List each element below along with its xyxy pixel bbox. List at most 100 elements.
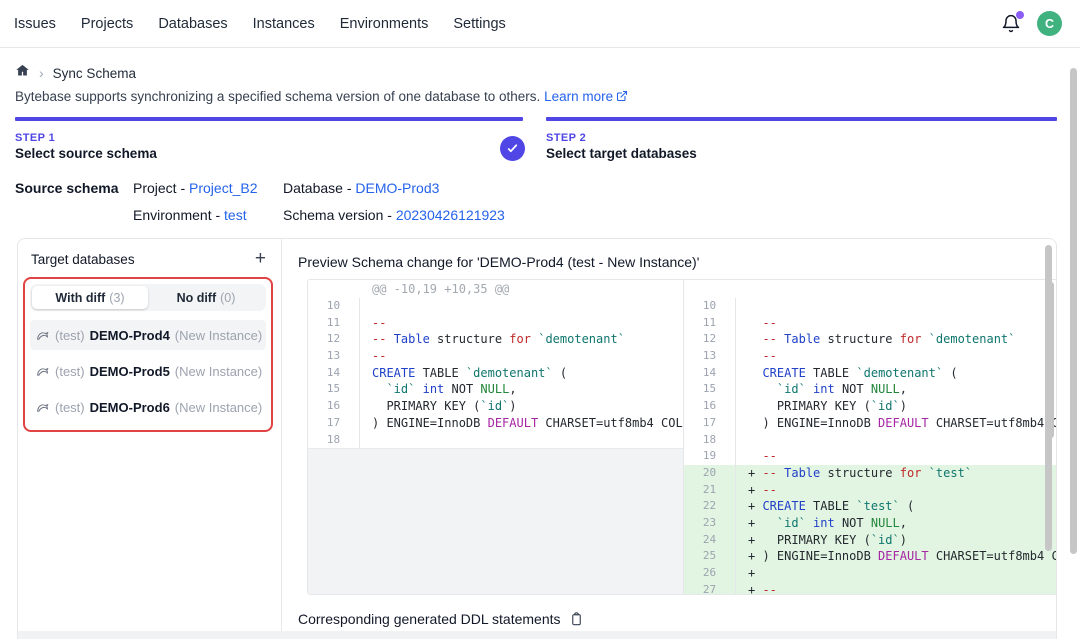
project-link[interactable]: Project_B2 (189, 180, 257, 196)
copy-icon[interactable] (569, 611, 584, 627)
diff-line: 18 (308, 432, 683, 449)
mysql-icon (36, 328, 50, 342)
nav-links: Issues Projects Databases Instances Environm… (14, 16, 506, 32)
diff-line: 16 PRIMARY KEY (`id`) (684, 398, 1057, 415)
tab-no-diff[interactable]: No diff (0) (148, 286, 264, 309)
page-scrollbar[interactable] (1070, 68, 1077, 554)
nav-item-settings[interactable]: Settings (453, 16, 505, 32)
diff-line: 13-- (308, 348, 683, 365)
diff-line: 21+ -- (684, 482, 1057, 499)
db-instance-suffix: (New Instance) (175, 328, 262, 343)
diff-pane-target: 10 11 --12 -- Table structure for `demot… (683, 280, 1057, 594)
diff-line: 11-- (308, 315, 683, 332)
notification-dot (1016, 11, 1024, 19)
external-link-icon (616, 90, 628, 105)
preview-title: Preview Schema change for 'DEMO-Prod4 (t… (298, 254, 699, 270)
target-db-item-demo-prod6[interactable]: (test)DEMO-Prod6(New Instance) (30, 392, 266, 422)
tab-with-diff[interactable]: With diff (3) (32, 286, 148, 309)
source-version-field: Schema version - 20230426121923 (283, 207, 505, 223)
no-diff-count: (0) (220, 291, 235, 305)
diff-line: 10 (308, 298, 683, 315)
target-databases-panel: Target databases + With diff (3) No diff… (18, 239, 282, 633)
step-1-bar (15, 117, 523, 121)
step-2[interactable]: STEP 2 Select target databases (546, 117, 1057, 161)
diff-line: 20+ -- Table structure for `test` (684, 465, 1057, 482)
ddl-statements-title: Corresponding generated DDL statements (298, 611, 561, 627)
diff-line: 11 -- (684, 315, 1057, 332)
environment-link[interactable]: test (224, 207, 247, 223)
diff-line: 14CREATE TABLE `demotenant` ( (308, 365, 683, 382)
diff-line: 23+ `id` int NOT NULL, (684, 515, 1057, 532)
nav-item-instances[interactable]: Instances (253, 16, 315, 32)
diff-line: 10 (684, 298, 1057, 315)
diff-line: 15 `id` int NOT NULL, (308, 381, 683, 398)
diff-line: 15 `id` int NOT NULL, (684, 381, 1057, 398)
step-2-label: STEP 2 (546, 132, 1057, 144)
top-nav: Issues Projects Databases Instances Environm… (0, 0, 1080, 48)
diff-left-rows: 1011--12-- Table structure for `demotena… (308, 298, 683, 465)
diff-hunk-header: @@ -10,19 +10,35 @@ (308, 280, 683, 298)
breadcrumb-page: Sync Schema (53, 66, 136, 81)
nav-item-issues[interactable]: Issues (14, 16, 56, 32)
schema-version-link[interactable]: 20230426121923 (396, 207, 505, 223)
add-target-database-button[interactable]: + (252, 251, 269, 267)
db-instance-suffix: (New Instance) (175, 364, 262, 379)
target-db-list: (test) DEMO-Prod4 (New Instance) (test) DEMO… (30, 320, 266, 425)
db-environment: (test) (55, 364, 85, 379)
breadcrumb-separator-icon: › (39, 66, 44, 80)
diff-line: 14 CREATE TABLE `demotenant` ( (684, 365, 1057, 382)
learn-more-link[interactable]: Learn more (544, 89, 613, 104)
diff-left-filler (308, 448, 683, 594)
step-2-title: Select target databases (546, 146, 1057, 161)
step-1[interactable]: STEP 1 Select source schema (15, 117, 523, 161)
db-instance-suffix: (New Instance) (175, 400, 262, 415)
diff-filter-tabs: With diff (3) No diff (0) (30, 284, 266, 311)
source-database-field: Database - DEMO-Prod3 (283, 180, 439, 196)
target-databases-highlight-box: With diff (3) No diff (0) (test) DEMO-Pro… (23, 277, 273, 432)
database-link[interactable]: DEMO-Prod3 (355, 180, 439, 196)
diff-line: 25+ ) ENGINE=InnoDB DEFAULT CHARSET=utf8… (684, 548, 1057, 565)
diff-line: 13 -- (684, 348, 1057, 365)
nav-item-databases[interactable]: Databases (158, 16, 227, 32)
sync-schema-page: Issues Projects Databases Instances Environm… (0, 0, 1080, 639)
preview-area: Preview Schema change for 'DEMO-Prod4 (t… (282, 239, 1057, 633)
nav-item-environments[interactable]: Environments (340, 16, 429, 32)
target-db-item-demo-prod5[interactable]: (test) DEMO-Prod5 (New Instance) (30, 356, 266, 386)
target-databases-title: Target databases (31, 252, 135, 267)
diff-line: 18 (684, 432, 1057, 449)
step-1-label: STEP 1 (15, 132, 523, 144)
db-name: DEMO-Prod5 (90, 364, 170, 379)
diff-line: 17) ENGINE=InnoDB DEFAULT CHARSET=utf8mb… (308, 415, 683, 432)
diff-line: 12-- Table structure for `demotenant` (308, 331, 683, 348)
nav-right: C (1001, 11, 1066, 36)
intro-text: Bytebase supports synchronizing a specif… (15, 89, 628, 105)
mysql-icon (36, 364, 50, 378)
card-scrollbar[interactable] (1045, 245, 1052, 551)
db-name: DEMO-Prod6 (90, 400, 170, 415)
avatar[interactable]: C (1037, 11, 1062, 36)
step-1-complete-icon (500, 136, 525, 161)
db-name: DEMO-Prod4 (90, 328, 170, 343)
nav-item-projects[interactable]: Projects (81, 16, 133, 32)
with-diff-count: (3) (109, 291, 124, 305)
diff-line: 24+ PRIMARY KEY (`id`) (684, 532, 1057, 549)
diff-line: 19 -- (684, 448, 1057, 465)
step-1-title: Select source schema (15, 146, 523, 161)
diff-line: 16 PRIMARY KEY (`id`) (308, 398, 683, 415)
source-schema-heading: Source schema (15, 180, 119, 196)
source-environment-field: Environment - test (133, 207, 247, 223)
schema-diff-viewer: @@ -10,19 +10,35 @@ 1011--12-- Table str… (307, 279, 1057, 595)
home-icon[interactable] (15, 63, 30, 83)
diff-line: 27+ -- (684, 582, 1057, 594)
diff-right-rows: 10 11 --12 -- Table structure for `demot… (684, 298, 1057, 594)
notifications-button[interactable] (1001, 14, 1021, 34)
step-2-bar (546, 117, 1057, 121)
diff-line: 12 -- Table structure for `demotenant` (684, 331, 1057, 348)
diff-line: 22+ CREATE TABLE `test` ( (684, 498, 1057, 515)
breadcrumb: › Sync Schema (15, 63, 136, 83)
ddl-block-top (18, 631, 1056, 639)
bell-icon (1001, 21, 1021, 38)
diff-line: 26+ (684, 565, 1057, 582)
target-db-item-demo-prod4[interactable]: (test) DEMO-Prod4 (New Instance) (30, 320, 266, 350)
db-environment: (test) (55, 328, 85, 343)
